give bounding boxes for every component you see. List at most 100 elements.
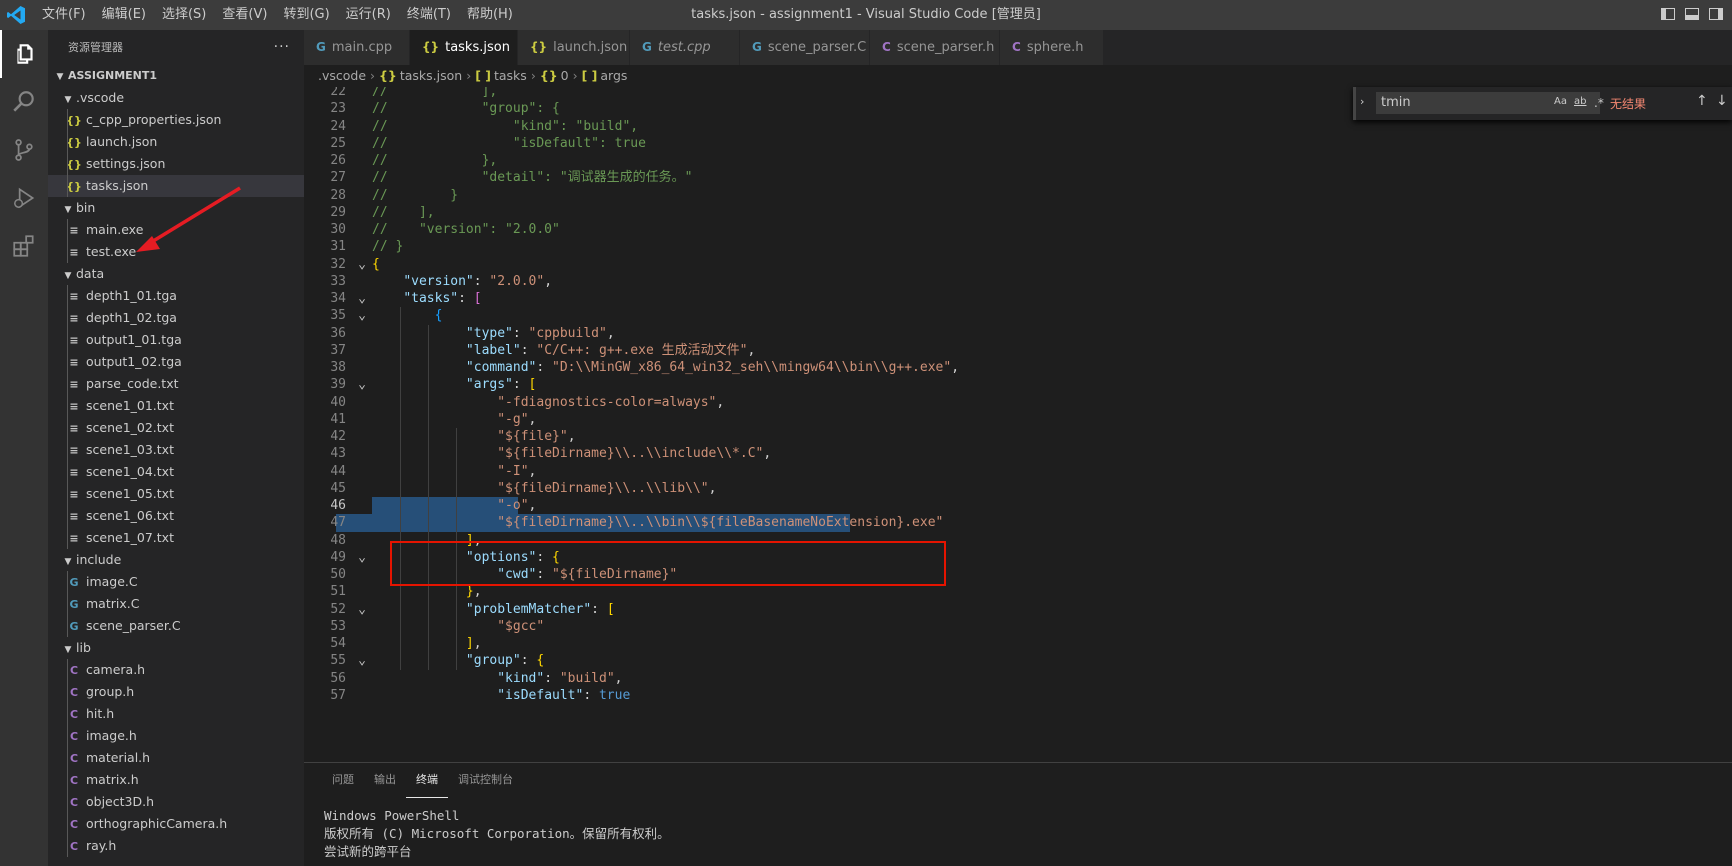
file-row[interactable]: ≡ depth1_02.tga bbox=[48, 307, 304, 329]
file-row[interactable]: {} launch.json bbox=[48, 131, 304, 153]
code-token: "-o" bbox=[497, 498, 529, 513]
file-row[interactable]: ≡ scene1_06.txt bbox=[48, 505, 304, 527]
terminal-output[interactable]: Windows PowerShell 版权所有 (C) Microsoft Cor… bbox=[324, 807, 670, 861]
toggle-replace-chevron-icon[interactable]: › bbox=[1360, 95, 1364, 108]
toggle-sidebar-icon[interactable] bbox=[1660, 6, 1676, 22]
source-control-icon[interactable] bbox=[0, 126, 48, 174]
file-row[interactable]: Ccamera.h bbox=[48, 659, 304, 681]
file-row[interactable]: Gscene_parser.C bbox=[48, 615, 304, 637]
breadcrumb-item[interactable]: .vscode bbox=[318, 68, 366, 83]
file-row[interactable]: ≡ scene1_05.txt bbox=[48, 483, 304, 505]
file-row[interactable]: {} settings.json bbox=[48, 153, 304, 175]
line-number: 33 bbox=[330, 273, 346, 289]
file-row[interactable]: ≡ depth1_01.tga bbox=[48, 285, 304, 307]
folder-row[interactable]: ▼ data bbox=[48, 263, 304, 285]
extensions-icon[interactable] bbox=[0, 222, 48, 270]
tab-main-cpp[interactable]: Gmain.cpp bbox=[304, 30, 410, 65]
code-editor[interactable]: 22 // ], 23 // "group": {24 // "kind": "buil… bbox=[304, 87, 1732, 762]
explorer-icon[interactable] bbox=[0, 30, 48, 78]
file-row[interactable]: Cray.h bbox=[48, 835, 304, 857]
tree-item-label: hit.h bbox=[86, 706, 115, 721]
fold-chevron-icon[interactable]: ⌄ bbox=[355, 549, 369, 566]
menu-item[interactable]: 文件(F) bbox=[34, 0, 94, 30]
menu-item[interactable]: 转到(G) bbox=[275, 0, 337, 30]
panel-tab[interactable]: 终端 bbox=[406, 763, 448, 798]
file-row[interactable]: Cmatrix.h bbox=[48, 769, 304, 791]
previous-match-icon[interactable]: ↑ bbox=[1696, 93, 1708, 109]
file-row[interactable]: {} tasks.json bbox=[48, 175, 304, 197]
more-actions-icon[interactable]: ··· bbox=[274, 30, 290, 65]
file-row[interactable]: ≡ scene1_07.txt bbox=[48, 527, 304, 549]
panel-tab[interactable]: 输出 bbox=[364, 763, 406, 798]
search-icon[interactable] bbox=[0, 78, 48, 126]
code-text: }, bbox=[372, 583, 482, 600]
indent-guide bbox=[67, 527, 68, 549]
menu-item[interactable]: 查看(V) bbox=[214, 0, 275, 30]
file-row[interactable]: ≡ scene1_04.txt bbox=[48, 461, 304, 483]
file-row[interactable]: Cgroup.h bbox=[48, 681, 304, 703]
use-regex-icon[interactable]: .* bbox=[1594, 96, 1604, 110]
file-row[interactable]: Cobject3D.h bbox=[48, 791, 304, 813]
folder-row[interactable]: ▼ .vscode bbox=[48, 87, 304, 109]
code-token: { bbox=[552, 549, 560, 565]
menu-item[interactable]: 帮助(H) bbox=[459, 0, 521, 30]
file-row[interactable]: Chit.h bbox=[48, 703, 304, 725]
code-text: ], bbox=[372, 635, 482, 652]
tab-tasks-json[interactable]: {}tasks.json× bbox=[410, 30, 534, 65]
file-row[interactable]: {} c_cpp_properties.json bbox=[48, 109, 304, 131]
tab-launch-json[interactable]: {} launch.json bbox=[518, 30, 630, 65]
file-row[interactable]: Cmaterial.h bbox=[48, 747, 304, 769]
menu-item[interactable]: 编辑(E) bbox=[94, 0, 154, 30]
toggle-secondary-sidebar-icon[interactable] bbox=[1708, 6, 1724, 22]
folder-row[interactable]: ▼ include bbox=[48, 549, 304, 571]
panel-tab[interactable]: 问题 bbox=[322, 763, 364, 798]
tab-scene-parser-c[interactable]: Gscene_parser.C bbox=[740, 30, 870, 65]
file-row[interactable]: Gmatrix.C bbox=[48, 593, 304, 615]
file-row[interactable]: ≡ output1_01.tga bbox=[48, 329, 304, 351]
code-text: // }, bbox=[372, 152, 497, 169]
fold-chevron-icon[interactable]: ⌄ bbox=[355, 376, 369, 393]
menu-item[interactable]: 终端(T) bbox=[399, 0, 459, 30]
panel-tab[interactable]: 调试控制台 bbox=[448, 763, 523, 798]
file-row[interactable]: ≡ output1_02.tga bbox=[48, 351, 304, 373]
toggle-panel-icon[interactable] bbox=[1684, 6, 1700, 22]
tab-sphere-h[interactable]: Csphere.h bbox=[1000, 30, 1104, 65]
folder-row[interactable]: ▼ lib bbox=[48, 637, 304, 659]
tab-test-cpp[interactable]: Gtest.cpp bbox=[630, 30, 740, 65]
fold-chevron-icon[interactable]: ⌄ bbox=[355, 307, 369, 324]
fold-chevron-icon[interactable]: ⌄ bbox=[355, 290, 369, 307]
file-row[interactable]: ≡ main.exe bbox=[48, 219, 304, 241]
breadcrumb-item[interactable]: {} tasks.json bbox=[379, 68, 462, 83]
file-row[interactable]: ≡ scene1_03.txt bbox=[48, 439, 304, 461]
file-row[interactable]: Gimage.C bbox=[48, 571, 304, 593]
fold-chevron-icon[interactable]: ⌄ bbox=[355, 256, 369, 273]
file-row[interactable]: ≡ scene1_02.txt bbox=[48, 417, 304, 439]
file-row[interactable]: ≡ scene1_01.txt bbox=[48, 395, 304, 417]
code-token: } bbox=[465, 584, 474, 600]
breadcrumb-item[interactable]: {} 0 bbox=[540, 68, 569, 83]
fold-chevron-icon[interactable]: ⌄ bbox=[355, 601, 369, 618]
folder-row[interactable]: ▼ bin bbox=[48, 197, 304, 219]
menu-item[interactable]: 运行(R) bbox=[338, 0, 399, 30]
breadcrumb-item[interactable]: [ ] tasks bbox=[475, 68, 527, 83]
code-token: : bbox=[583, 687, 599, 703]
chevron-down-icon: ▼ bbox=[64, 645, 72, 655]
line-number: 47 bbox=[330, 515, 346, 531]
fold-chevron-icon[interactable]: ⌄ bbox=[355, 652, 369, 669]
menu-item[interactable]: 选择(S) bbox=[154, 0, 214, 30]
tab-scene-parser-h[interactable]: Cscene_parser.h bbox=[870, 30, 1000, 65]
match-whole-word-icon[interactable]: ab bbox=[1574, 96, 1586, 107]
file-row[interactable]: ≡ test.exe bbox=[48, 241, 304, 263]
breadcrumb-item[interactable]: [ ] args bbox=[582, 68, 628, 83]
file-row[interactable]: ≡ parse_code.txt bbox=[48, 373, 304, 395]
file-row[interactable]: CorthographicCamera.h bbox=[48, 813, 304, 835]
run-debug-icon[interactable] bbox=[0, 174, 48, 222]
file-row[interactable]: Cimage.h bbox=[48, 725, 304, 747]
next-match-icon[interactable]: ↓ bbox=[1716, 93, 1728, 109]
indent-guide bbox=[67, 175, 68, 197]
match-case-icon[interactable]: Aa bbox=[1554, 96, 1567, 107]
workspace-section-header[interactable]: ▼ ASSIGNMENT1 bbox=[48, 65, 304, 87]
